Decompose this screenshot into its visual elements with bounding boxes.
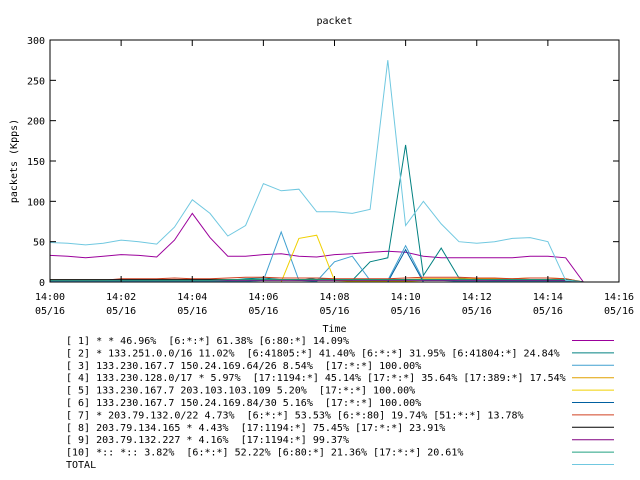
legend-label: [ 3] 133.230.167.7 150.24.169.64/26 8.54… xyxy=(66,361,421,372)
y-tick-label: 50 xyxy=(33,238,45,249)
y-axis-label: packets (Kpps) xyxy=(9,119,20,203)
legend-label: [ 4] 133.230.128.0/17 * 5.97% [17:1194:*… xyxy=(66,373,566,384)
chart-root: packet packets (Kpps) Time 0 50 100 150 200 2… xyxy=(0,0,640,480)
x-tick-label: 14:10 xyxy=(391,292,421,303)
x-tick-label: 14:02 xyxy=(106,292,136,303)
series-line-11 xyxy=(49,60,584,283)
series-line-1 xyxy=(49,212,584,283)
y-tick-label: 200 xyxy=(27,117,45,128)
x-tick-label: 14:00 xyxy=(35,292,65,303)
x-tick-label: 14:06 xyxy=(248,292,278,303)
legend-label: [ 8] 203.79.134.165 * 4.43% [17:1194:*] … xyxy=(66,423,445,434)
y-tick-label: 150 xyxy=(27,157,45,168)
x-tick-date: 05/16 xyxy=(533,306,563,317)
plot-frame xyxy=(49,39,620,283)
chart-svg: packet packets (Kpps) Time 0 50 100 150 200 2… xyxy=(9,16,634,471)
legend-label: [ 1] * * 46.96% [6:*:*] 61.38% [6:80:*] … xyxy=(66,336,349,347)
y-tick-label: 100 xyxy=(27,197,45,208)
legend-label: [ 7] * 203.79.132.0/22 4.73% [6:*:*] 53.… xyxy=(66,410,524,421)
x-tick-date: 05/16 xyxy=(604,306,634,317)
chart-title: packet xyxy=(316,16,352,27)
x-tick-date: 05/16 xyxy=(319,306,349,317)
legend-label: [ 5] 133.230.167.7 203.103.103.109 5.20%… xyxy=(66,386,415,397)
x-tick-label: 14:08 xyxy=(319,292,349,303)
y-tick-label: 300 xyxy=(27,36,45,47)
x-tick-label: 14:04 xyxy=(177,292,207,303)
x-tick-date: 05/16 xyxy=(248,306,278,317)
x-tick-date: 05/16 xyxy=(462,306,492,317)
x-tick-label: 14:14 xyxy=(533,292,563,303)
legend-label: TOTAL xyxy=(66,460,96,471)
series-line-2 xyxy=(50,144,584,283)
x-tick-date: 05/16 xyxy=(177,306,207,317)
x-tick-label: 14:16 xyxy=(604,292,634,303)
legend-label: [ 2] * 133.251.0.0/16 11.02% [6:41805:*]… xyxy=(66,348,560,359)
x-axis-label: Time xyxy=(322,324,346,335)
ticks: 0 50 100 150 200 250 300 14:00 05/16 14:02 05/16 14… xyxy=(27,36,634,317)
y-tick-label: 0 xyxy=(39,278,45,289)
axes xyxy=(49,39,620,283)
x-tick-label: 14:12 xyxy=(462,292,492,303)
plot-lines xyxy=(49,60,584,283)
legend-label: [ 9] 203.79.132.227 * 4.16% [17:1194:*] … xyxy=(66,435,349,446)
x-tick-date: 05/16 xyxy=(391,306,421,317)
x-tick-date: 05/16 xyxy=(106,306,136,317)
legend-label: [10] *:: *:: 3.82% [6:*:*] 52.22% [6:80:… xyxy=(66,448,463,459)
series-line-5 xyxy=(50,234,584,283)
y-tick-label: 250 xyxy=(27,76,45,87)
x-tick-date: 05/16 xyxy=(35,306,65,317)
legend-label: [ 6] 133.230.167.7 150.24.169.84/30 5.16… xyxy=(66,398,421,409)
legend: [ 1] * * 46.96% [6:*:*] 61.38% [6:80:*] … xyxy=(66,336,614,471)
